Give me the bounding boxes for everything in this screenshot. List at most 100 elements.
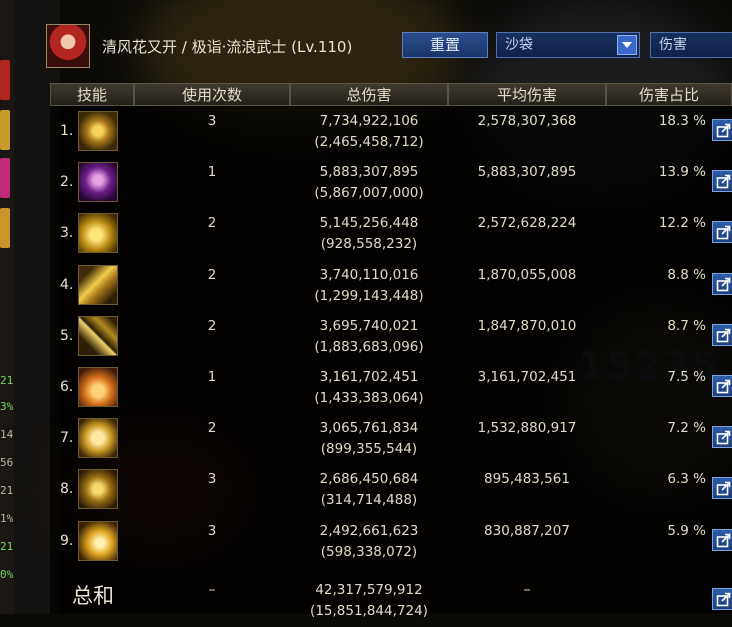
total-damage-detail: (314,714,488) — [320, 492, 418, 509]
side-value: 21 — [0, 484, 14, 497]
skill-rank: 8. — [60, 481, 74, 498]
skill-icon-golden-slash[interactable] — [78, 264, 118, 305]
use-count: 3 — [207, 113, 217, 129]
total-damage: 3,161,702,451 — [319, 369, 419, 385]
damage-share: 13.9 % — [658, 164, 706, 181]
total-damage-detail: (5,867,007,000) — [314, 185, 424, 202]
table-row: 5. 2 3,695,740,021 (1,883,683,096) 1,847,870… — [50, 312, 732, 363]
summary-average: – — [523, 581, 531, 598]
share-icon — [716, 123, 731, 138]
average-damage: 1,847,870,010 — [477, 317, 577, 334]
skill-rank: 3. — [60, 225, 74, 242]
skill-icon-golden-swirl[interactable] — [78, 213, 118, 254]
skill-rank: 7. — [60, 430, 74, 447]
total-damage-detail: (1,433,383,064) — [314, 390, 424, 406]
skill-icon-orange-burst[interactable] — [78, 367, 118, 407]
summary-total-damage: 42,317,579,912 — [315, 581, 423, 598]
skill-icon-golden-palm[interactable] — [78, 418, 118, 459]
share-button[interactable] — [712, 528, 732, 551]
average-damage: 1,870,055,008 — [477, 266, 577, 283]
use-count: 1 — [207, 164, 217, 181]
damage-share: 7.2 % — [667, 420, 706, 437]
share-icon — [716, 482, 731, 496]
table-row: 7. 2 3,065,761,834 (899,355,544) 1,532,880,9… — [50, 414, 732, 465]
skill-icon-golden-shards[interactable] — [78, 111, 118, 151]
metric-select[interactable]: 伤害 — [650, 32, 732, 58]
skill-icon-golden-sword[interactable] — [78, 469, 118, 510]
use-count: 2 — [207, 317, 217, 334]
damage-share: 8.8 % — [667, 266, 706, 283]
metric-select-value: 伤害 — [659, 37, 687, 53]
reset-button[interactable]: 重置 — [402, 32, 488, 58]
share-icon — [716, 174, 731, 189]
skill-rank: 9. — [60, 532, 74, 549]
share-button[interactable] — [712, 272, 732, 295]
share-button[interactable] — [712, 477, 732, 500]
share-button[interactable] — [712, 375, 732, 397]
summary-total-damage-detail: (15,851,844,724) — [310, 602, 428, 619]
average-damage: 895,483,561 — [484, 471, 570, 488]
share-icon — [716, 533, 731, 547]
damage-share: 6.3 % — [667, 471, 706, 488]
damage-share: 5.9 % — [667, 522, 706, 539]
use-count: 2 — [207, 420, 217, 437]
use-count: 3 — [207, 471, 217, 488]
share-icon — [716, 379, 731, 394]
skill-rank: 1. — [60, 123, 74, 139]
share-button[interactable] — [712, 221, 732, 244]
table-row: 2. 1 5,883,307,895 (5,867,007,000) 5,883,307… — [50, 158, 732, 209]
share-button[interactable] — [712, 323, 732, 346]
total-damage-detail: (1,299,143,448) — [314, 287, 424, 304]
skill-rank: 5. — [60, 327, 74, 344]
table-row: 6. 1 3,161,702,451 (1,433,383,064) 3,161,702… — [50, 363, 732, 414]
average-damage: 3,161,702,451 — [477, 369, 577, 385]
average-damage: 2,578,307,368 — [477, 113, 577, 129]
share-button[interactable] — [712, 170, 732, 193]
column-header-average-damage: 平均伤害 — [448, 83, 606, 106]
skill-rank: 2. — [60, 174, 74, 191]
skill-icon-golden-explosion[interactable] — [78, 520, 118, 561]
table-row: 1. 3 7,734,922,106 (2,465,458,712) 2,578,307… — [50, 107, 732, 158]
share-button[interactable] — [712, 119, 732, 141]
skill-icon-cross-slash[interactable] — [78, 315, 118, 356]
left-side-panel: 21 3% 14 56 21 1% 21 0% — [0, 0, 14, 614]
column-header-damage-share: 伤害占比 — [606, 83, 732, 106]
target-select-value: 沙袋 — [505, 37, 533, 53]
side-value: 0% — [0, 568, 14, 581]
summary-uses: – — [208, 581, 216, 598]
skill-icon-purple-warrior[interactable] — [78, 162, 118, 203]
target-select[interactable]: 沙袋 — [496, 32, 640, 58]
side-value: 3% — [0, 400, 14, 413]
share-icon — [716, 430, 731, 445]
total-damage-detail: (2,465,458,712) — [314, 134, 424, 150]
share-button[interactable] — [712, 587, 732, 610]
side-value: 21 — [0, 540, 14, 553]
damage-share: 12.2 % — [658, 215, 706, 232]
character-avatar — [46, 24, 90, 68]
side-icon[interactable] — [0, 208, 10, 248]
total-damage: 3,740,110,016 — [319, 266, 419, 283]
side-value: 21 — [0, 374, 14, 387]
use-count: 2 — [207, 215, 217, 232]
total-damage: 5,883,307,895 — [319, 164, 419, 181]
skill-rank: 6. — [60, 379, 74, 395]
share-icon — [716, 328, 731, 343]
use-count: 1 — [207, 369, 217, 385]
average-damage: 1,532,880,917 — [477, 420, 577, 437]
table-row: 8. 3 2,686,450,684 (314,714,488) 895,483,561… — [50, 465, 732, 516]
side-icon[interactable] — [0, 158, 10, 198]
column-header-uses: 使用次数 — [134, 83, 290, 106]
share-icon — [716, 592, 731, 607]
side-icon[interactable] — [0, 110, 10, 150]
share-button[interactable] — [712, 426, 732, 449]
chevron-down-icon[interactable] — [617, 35, 637, 55]
side-icon[interactable] — [0, 60, 10, 100]
summary-row: 总和 – 42,317,579,912 (15,851,844,724) – — [50, 576, 732, 627]
total-damage: 2,686,450,684 — [319, 471, 419, 488]
character-name: 清风花又开 / 极诣·流浪武士 (Lv.110) — [102, 38, 353, 56]
use-count: 2 — [207, 266, 217, 283]
summary-label: 总和 — [72, 583, 114, 608]
table-row: 9. 3 2,492,661,623 (598,338,072) 830,887,207… — [50, 517, 732, 568]
table-header: 技能 使用次数 总伤害 平均伤害 伤害占比 — [50, 83, 732, 107]
column-header-total-damage: 总伤害 — [290, 83, 448, 106]
